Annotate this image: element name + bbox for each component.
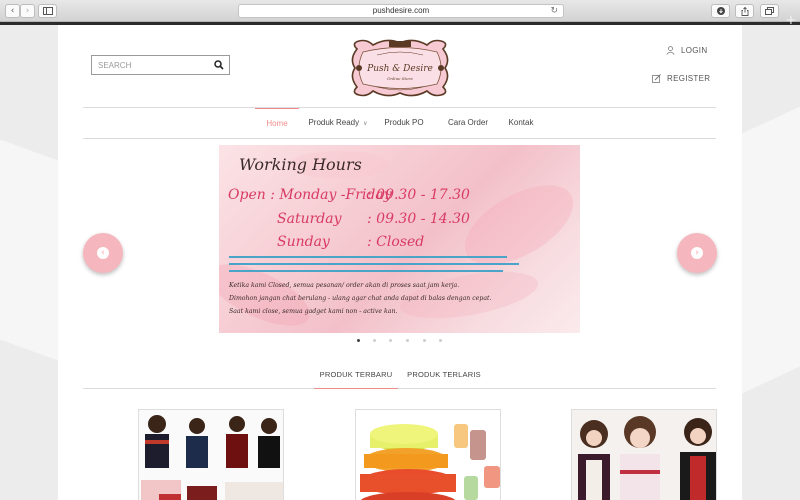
product-card[interactable] bbox=[138, 409, 284, 500]
slide-note: Saat kami close, semua gadget kami non -… bbox=[229, 308, 398, 315]
search-field[interactable] bbox=[91, 55, 230, 75]
schedule-label: Sunday bbox=[277, 234, 330, 250]
nav-item-produk-po[interactable]: Produk PO bbox=[383, 108, 425, 138]
search-input[interactable] bbox=[98, 58, 208, 72]
slider-dot[interactable] bbox=[439, 339, 442, 342]
share-button[interactable] bbox=[735, 4, 754, 18]
logo-subtitle: Online Store bbox=[387, 76, 413, 81]
download-icon bbox=[716, 7, 725, 15]
slider-dot[interactable] bbox=[357, 339, 360, 342]
tabs-icon bbox=[765, 7, 774, 15]
url-bar[interactable]: pushdesire.com ↻ bbox=[238, 4, 564, 18]
slider-dot[interactable] bbox=[389, 339, 392, 342]
web-page: Push & Desire Online Store LOGIN REGISTE… bbox=[58, 25, 742, 500]
slider-prev-button[interactable]: ‹ bbox=[83, 233, 123, 273]
url-text: pushdesire.com bbox=[372, 6, 430, 15]
product-image bbox=[356, 410, 500, 500]
download-button[interactable] bbox=[711, 4, 730, 18]
product-card[interactable] bbox=[571, 409, 717, 500]
hero-slide[interactable]: Working Hours Open : Monday -Friday : 09… bbox=[219, 145, 580, 333]
nav-label: Home bbox=[266, 119, 288, 128]
chevron-right-icon: › bbox=[25, 6, 30, 16]
nav-item-kontak[interactable]: Kontak bbox=[504, 108, 538, 138]
slider-dot[interactable] bbox=[373, 339, 376, 342]
schedule-time: : 09.30 - 14.30 bbox=[367, 211, 470, 227]
background-shape bbox=[0, 139, 58, 361]
nav-label: Cara Order bbox=[447, 118, 488, 127]
product-tabs-divider bbox=[83, 388, 716, 389]
chevron-down-icon: ∨ bbox=[363, 120, 368, 127]
slide-divider bbox=[229, 263, 519, 265]
product-image bbox=[572, 410, 716, 500]
tabs-button[interactable] bbox=[760, 4, 779, 18]
tab-label: PRODUK TERBARU bbox=[319, 370, 393, 379]
nav-label: Produk PO bbox=[384, 118, 424, 127]
reload-icon[interactable]: ↻ bbox=[550, 5, 558, 17]
nav-item-produk-ready[interactable]: Produk Ready ∨ bbox=[305, 108, 371, 138]
register-label: REGISTER bbox=[667, 74, 711, 83]
nav-divider-bottom bbox=[83, 138, 716, 139]
slide-note: Ketika kami Closed, semua pesanan/ order… bbox=[229, 282, 460, 289]
site-logo[interactable]: Push & Desire Online Store bbox=[347, 37, 453, 99]
nav-label: Kontak bbox=[508, 118, 534, 127]
chevron-left-icon: ‹ bbox=[97, 247, 109, 259]
chevron-right-icon: › bbox=[691, 247, 703, 259]
forward-button[interactable]: › bbox=[20, 4, 35, 18]
product-image bbox=[139, 410, 283, 500]
nav-item-home[interactable]: Home bbox=[255, 108, 299, 138]
slide-title: Working Hours bbox=[239, 155, 362, 174]
slider-dot[interactable] bbox=[406, 339, 409, 342]
schedule-time: : Closed bbox=[367, 234, 425, 250]
edit-icon bbox=[652, 74, 661, 83]
tab-produk-terbaru[interactable]: PRODUK TERBARU bbox=[314, 365, 398, 389]
share-icon bbox=[741, 6, 748, 16]
logo-text: Push & Desire bbox=[367, 64, 433, 74]
slide-divider bbox=[229, 256, 507, 258]
slider-dot[interactable] bbox=[423, 339, 426, 342]
search-icon[interactable] bbox=[214, 60, 224, 70]
product-card[interactable] bbox=[355, 409, 501, 500]
login-label: LOGIN bbox=[681, 46, 708, 55]
sidebar-button[interactable] bbox=[38, 4, 57, 18]
tab-label: PRODUK TERLARIS bbox=[407, 370, 481, 379]
register-link[interactable]: REGISTER bbox=[652, 74, 710, 83]
plus-icon[interactable]: + bbox=[784, 14, 798, 28]
slider-next-button[interactable]: › bbox=[677, 233, 717, 273]
slide-divider bbox=[229, 270, 503, 272]
slide-note: Dimohon jangan chat berulang - ulang aga… bbox=[229, 295, 492, 302]
login-link[interactable]: LOGIN bbox=[666, 46, 707, 55]
browser-toolbar: ‹ › pushdesire.com ↻ bbox=[0, 0, 800, 22]
schedule-label: Saturday bbox=[277, 211, 342, 227]
nav-label: Produk Ready bbox=[308, 118, 360, 127]
user-icon bbox=[666, 46, 675, 55]
tab-produk-terlaris[interactable]: PRODUK TERLARIS bbox=[404, 365, 484, 389]
background-shape bbox=[742, 106, 800, 394]
back-button[interactable]: ‹ bbox=[5, 4, 20, 18]
schedule-time: : 09.30 - 17.30 bbox=[367, 187, 470, 203]
sidebar-icon bbox=[42, 7, 53, 15]
nav-item-cara-order[interactable]: Cara Order bbox=[444, 108, 492, 138]
chevron-left-icon: ‹ bbox=[10, 6, 15, 16]
